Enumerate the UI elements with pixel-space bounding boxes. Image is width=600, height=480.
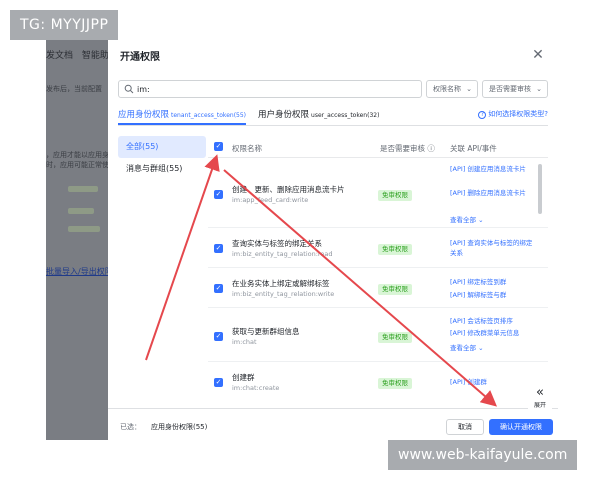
search-input[interactable] xyxy=(137,82,417,96)
modal-footer: 已选： 应用身份权限(55) 取消 确认开通权限 xyxy=(108,408,558,440)
filter-label: 权限名称 xyxy=(433,85,461,93)
row-checkbox[interactable]: ✓ xyxy=(214,378,223,387)
table-row[interactable]: ✓ 查询实体与标签的绑定关系 im:biz_entity_tag_relatio… xyxy=(208,228,548,268)
background-chip xyxy=(68,208,94,214)
chevron-down-icon: ⌄ xyxy=(478,344,484,352)
sidebar-item-all[interactable]: 全部(55) xyxy=(118,136,206,158)
selected-value: 应用身份权限(55) xyxy=(151,423,208,431)
column-header-name: 权限名称 xyxy=(232,144,262,153)
table-row[interactable]: ✓ 在业务实体上绑定或解绑标签 im:biz_entity_tag_relati… xyxy=(208,268,548,308)
permission-name: 查询实体与标签的绑定关系 xyxy=(232,239,322,248)
table-row[interactable]: ✓ 创建、更新、删除应用消息流卡片 im:app_feed_card:write… xyxy=(208,160,548,228)
background-chip xyxy=(68,186,98,192)
table-header: ✓ 权限名称 是否需要审核 ⓘ 关联 API/事件 xyxy=(208,136,548,158)
api-link[interactable]: [API] 删除应用消息流卡片 xyxy=(450,188,536,198)
tab-user-permissions[interactable]: 用户身份权限 user_access_token(32) xyxy=(258,108,379,120)
column-header-review: 是否需要审核 ⓘ xyxy=(380,143,435,154)
tab-sublabel: tenant_access_token(55) xyxy=(171,112,247,119)
watermark-top-left: TG: MYYJJPP xyxy=(10,10,119,40)
active-tab-indicator xyxy=(118,123,246,125)
search-field[interactable] xyxy=(118,80,422,98)
chevron-down-icon: ⌄ xyxy=(536,85,542,93)
api-link[interactable]: [API] 创建应用消息流卡片 xyxy=(450,164,536,174)
permission-type-tabs: 应用身份权限 tenant_access_token(55) 用户身份权限 user… xyxy=(118,106,548,126)
close-icon[interactable]: ✕ xyxy=(528,45,548,65)
background-text: 时，应用可能正常使用 xyxy=(46,161,108,169)
info-icon: ⓘ xyxy=(427,144,435,153)
api-link[interactable]: [API] 解绑标签与群 xyxy=(450,290,536,300)
view-all-link[interactable]: 查看全部 ⌄ xyxy=(450,214,484,224)
status-badge: 免审权限 xyxy=(378,190,412,201)
table-scrollbar[interactable] xyxy=(538,164,542,214)
api-link[interactable]: [API] 修改群菜单元信息 xyxy=(450,328,536,338)
cancel-button[interactable]: 取消 xyxy=(446,419,484,435)
background-page: 发文档 智能助 发布后，当前配置 ，应用才能以应用身 时，应用可能正常使用 批量… xyxy=(46,40,108,440)
api-link[interactable]: [API] 会话标签页排序 xyxy=(450,316,536,326)
question-icon: ? xyxy=(478,111,487,119)
select-all-checkbox[interactable]: ✓ xyxy=(214,142,223,151)
permission-name-filter[interactable]: 权限名称 ⌄ xyxy=(426,80,478,98)
permission-key: im:biz_entity_tag_relation:write xyxy=(232,290,335,298)
status-badge: 免审权限 xyxy=(378,378,412,389)
background-tab: 智能助 xyxy=(81,51,108,61)
background-import-export-link: 批量导入/导出权限 xyxy=(46,267,108,276)
modal-header: 开通权限 ✕ xyxy=(108,40,558,72)
tab-label: 用户身份权限 xyxy=(258,110,310,120)
expand-panel-button[interactable]: « 展开 xyxy=(528,386,552,414)
watermark-bottom-right: www.web-kaifayule.com xyxy=(388,440,578,470)
table-row[interactable]: ✓ 获取与更新群组信息 im:chat 免审权限 [API] 会话标签页排序 [… xyxy=(208,308,548,362)
expand-label: 展开 xyxy=(533,402,546,409)
table-row[interactable]: ✓ 创建群 im:chat:create 免审权限 [API] 创建群 xyxy=(208,362,548,400)
permission-key: im:chat:create xyxy=(232,384,280,392)
double-chevron-left-icon: « xyxy=(536,385,544,400)
status-badge: 免审权限 xyxy=(378,244,412,255)
confirm-permissions-button[interactable]: 确认开通权限 xyxy=(489,419,553,435)
column-header-api: 关联 API/事件 xyxy=(450,144,497,153)
sidebar-item-messaging[interactable]: 消息与群组(55) xyxy=(118,158,206,180)
api-link[interactable]: [API] 查询实体与标签的绑定关系 xyxy=(450,238,536,258)
permission-type-help-link[interactable]: ? 如何选择权限类型? xyxy=(478,109,548,119)
background-chip xyxy=(68,226,100,232)
status-badge: 免审权限 xyxy=(378,332,412,343)
background-text: 发布后，当前配置 xyxy=(46,85,102,93)
permission-key: im:chat xyxy=(232,338,257,346)
row-checkbox[interactable]: ✓ xyxy=(214,332,223,341)
selected-label: 已选： xyxy=(120,423,141,431)
screenshot-stage: 发文档 智能助 发布后，当前配置 ，应用才能以应用身 时，应用可能正常使用 批量… xyxy=(0,0,600,480)
permission-name: 创建、更新、删除应用消息流卡片 xyxy=(232,185,345,194)
modal-title: 开通权限 xyxy=(120,52,160,63)
chevron-down-icon: ⌄ xyxy=(466,85,472,93)
permission-key: im:biz_entity_tag_relation:read xyxy=(232,250,333,258)
view-all-label: 查看全部 xyxy=(450,216,476,224)
row-checkbox[interactable]: ✓ xyxy=(214,244,223,253)
view-all-link[interactable]: 查看全部 ⌄ xyxy=(450,342,484,352)
search-icon xyxy=(124,84,134,94)
selected-summary: 已选： 应用身份权限(55) xyxy=(120,422,207,432)
tab-label: 应用身份权限 xyxy=(118,110,170,120)
category-sidebar: 全部(55) 消息与群组(55) xyxy=(118,136,206,180)
api-link[interactable]: [API] 绑定标签到群 xyxy=(450,277,536,287)
background-tab: 发文档 xyxy=(46,51,74,61)
row-checkbox[interactable]: ✓ xyxy=(214,190,223,199)
permission-name: 在业务实体上绑定或解绑标签 xyxy=(232,279,330,288)
permission-modal: 开通权限 ✕ 权限名称 ⌄ 是否需要审核 ⌄ 应用身份权限tenant_acce… xyxy=(108,40,558,440)
permission-key: im:app_feed_card:write xyxy=(232,196,309,204)
tab-tenant-permissions[interactable]: 应用身份权限 tenant_access_token(55) xyxy=(118,108,246,120)
view-all-label: 查看全部 xyxy=(450,344,476,352)
filter-label: 是否需要审核 xyxy=(489,85,531,93)
help-link-label: 如何选择权限类型? xyxy=(488,110,548,118)
api-link[interactable]: [API] 创建群 xyxy=(450,377,536,387)
background-text: ，应用才能以应用身 xyxy=(46,151,108,159)
permission-name: 获取与更新群组信息 xyxy=(232,327,300,336)
status-badge: 免审权限 xyxy=(378,284,412,295)
permission-name: 创建群 xyxy=(232,373,255,382)
row-checkbox[interactable]: ✓ xyxy=(214,284,223,293)
chevron-down-icon: ⌄ xyxy=(478,216,484,224)
background-tabs: 发文档 智能助 xyxy=(46,48,108,61)
column-header-review-label: 是否需要审核 xyxy=(380,144,425,153)
review-required-filter[interactable]: 是否需要审核 ⌄ xyxy=(482,80,548,98)
permission-table: ✓ 权限名称 是否需要审核 ⓘ 关联 API/事件 ✓ 创建、更新、删除应用消息… xyxy=(208,136,548,400)
tab-sublabel: user_access_token(32) xyxy=(311,112,380,119)
